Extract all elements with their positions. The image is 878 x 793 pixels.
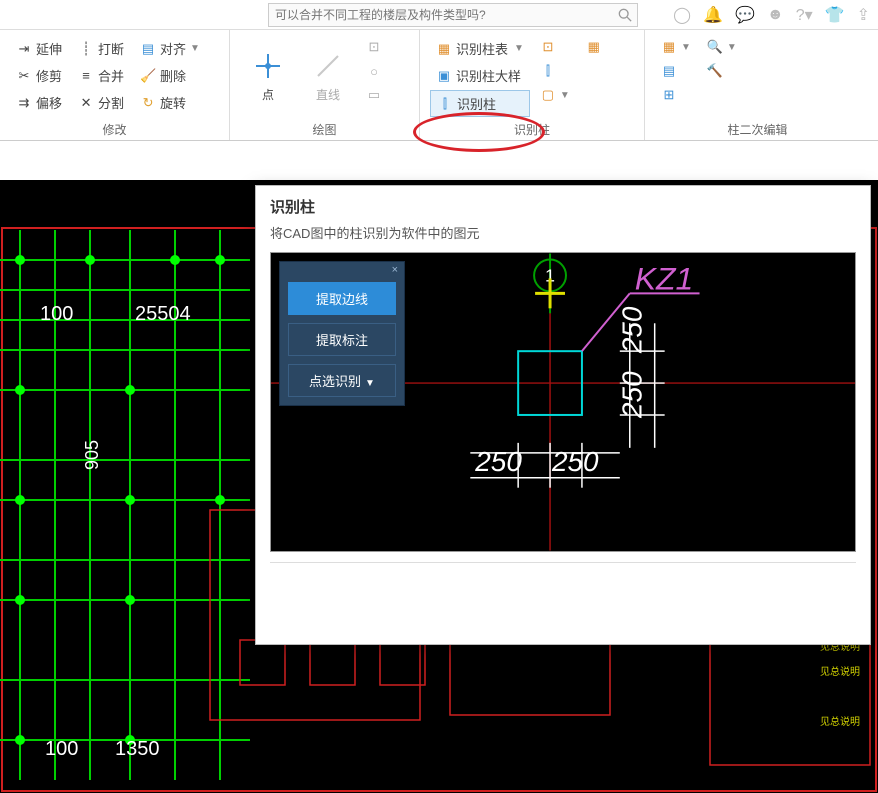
rotate-icon: ↻ [140,95,156,111]
dim-905: 905 [82,440,102,470]
point-recognize-button[interactable]: 点选识别 ▼ [288,364,396,397]
point-recognize-label: 点选识别 [309,374,361,389]
ce-b1[interactable]: ▦▼ [655,36,697,58]
help-icon[interactable]: ?▾ [796,5,813,25]
recognize-table-button[interactable]: ▦识别柱表▼ [430,36,530,61]
trim-button[interactable]: ✂修剪 [10,63,68,88]
user-icon[interactable]: ◯ [673,5,691,25]
smiley-icon[interactable]: ☻ [767,6,784,24]
extend-icon: ⇥ [16,41,32,57]
modify-group-label[interactable]: 修改 [10,117,219,138]
titlebar-icons: ◯ 🔔 💬 ☻ ?▾ 👕 ⇪ [673,5,870,25]
delete-label: 删除 [160,66,186,85]
chevron-down-icon: ▼ [365,378,375,389]
ribbon: ⇥延伸 ✂修剪 ⇉偏移 ┊打断 ≡合并 ✕分割 ▤对齐▼ 🧹删除 ↻旋转 修改 … [0,30,878,141]
split-icon: ✕ [78,95,94,111]
trim-icon: ✂ [16,68,32,84]
line-button[interactable]: 直线 [300,36,356,117]
rc-opt3[interactable]: ▢▼ [534,84,576,106]
bell-icon[interactable]: 🔔 [703,5,723,25]
dim-1350: 1350 [115,738,160,760]
delete-icon: 🧹 [140,68,156,84]
rc-opt1[interactable]: ⊡ [534,36,576,58]
rotate-button[interactable]: ↻旋转 [134,90,206,115]
rc-opt4[interactable]: ▦ [580,36,608,58]
ce-b2[interactable]: ▤ [655,60,697,82]
line-label: 直线 [316,86,340,103]
popup-divider [270,562,856,563]
merge-icon: ≡ [78,68,94,84]
recognize-detail-label: 识别柱大样 [456,66,521,85]
svg-text:见总说明: 见总说明 [820,665,860,678]
extract-edge-button[interactable]: 提取边线 [288,282,396,315]
recognize-column-tooltip: 识别柱 将CAD图中的柱识别为软件中的图元 × 提取边线 提取标注 点选识别▼ … [255,185,871,645]
extend-button[interactable]: ⇥延伸 [10,36,68,61]
dim-bottom-left: 250 [474,446,522,477]
delete-button[interactable]: 🧹删除 [134,63,206,88]
break-label: 打断 [98,39,124,58]
search-box[interactable] [268,3,638,27]
break-icon: ┊ [78,41,94,57]
ce-b3[interactable]: ⊞ [655,84,697,106]
split-button[interactable]: ✕分割 [72,90,130,115]
dim-bottom-right: 250 [551,446,599,477]
dim-2554: 25504 [135,303,191,325]
dim-100b: 100 [45,738,78,760]
detail-icon: ▣ [436,68,452,84]
rotate-label: 旋转 [160,93,186,112]
rc-opt2[interactable]: ⫿ [534,60,576,82]
panel-close-icon[interactable]: × [280,262,404,278]
column-label: KZ1 [635,260,693,296]
draw-opt1: ⊡ [360,36,388,58]
ce-b4[interactable]: 🔍▼ [701,36,743,58]
line-icon [312,50,344,82]
extract-panel: × 提取边线 提取标注 点选识别 ▼ [279,261,405,406]
ribbon-group-column-edit: ▦▼ ▤ ⊞ 🔍▼ 🔨 柱二次编辑 [645,30,870,140]
column-edit-group-label: 柱二次编辑 [655,117,860,138]
point-button[interactable]: 点 [240,36,296,117]
ribbon-group-modify: ⇥延伸 ✂修剪 ⇉偏移 ┊打断 ≡合并 ✕分割 ▤对齐▼ 🧹删除 ↻旋转 修改 [0,30,230,140]
chat-icon[interactable]: 💬 [735,5,755,25]
align-label: 对齐 [160,39,186,58]
point-icon [252,50,284,82]
dim-100a: 100 [40,303,73,325]
popup-description: 将CAD图中的柱识别为软件中的图元 [256,223,870,252]
split-label: 分割 [98,93,124,112]
recognize-column-button[interactable]: ⫿识别柱 [430,90,530,117]
align-button[interactable]: ▤对齐▼ [134,36,206,61]
dim-right-top: 250 [617,306,648,354]
recognize-column-group-label: 识别柱 [430,117,634,138]
offset-button[interactable]: ⇉偏移 [10,90,68,115]
search-input[interactable] [269,8,613,22]
popup-title: 识别柱 [270,196,856,217]
extend-label: 延伸 [36,39,62,58]
merge-label: 合并 [98,66,124,85]
break-button[interactable]: ┊打断 [72,36,130,61]
draw-group-label[interactable]: 绘图 [240,117,409,138]
dim-right-bottom: 250 [617,371,648,419]
merge-button[interactable]: ≡合并 [72,63,130,88]
table-icon: ▦ [436,41,452,57]
shirt-icon[interactable]: 👕 [825,5,845,25]
draw-opt3: ▭ [360,84,388,106]
recognize-detail-button[interactable]: ▣识别柱大样 [430,63,530,88]
recognize-table-label: 识别柱表 [456,39,508,58]
popup-preview: × 提取边线 提取标注 点选识别▼ 1 KZ1 [270,252,856,552]
column-icon: ⫿ [437,96,453,112]
title-bar: ◯ 🔔 💬 ☻ ?▾ 👕 ⇪ [0,0,878,30]
offset-label: 偏移 [36,93,62,112]
point-label: 点 [262,86,274,103]
ce-b5[interactable]: 🔨 [701,60,743,82]
offset-icon: ⇉ [16,95,32,111]
draw-opt2: ○ [360,60,388,82]
trim-label: 修剪 [36,66,62,85]
extract-annotation-button[interactable]: 提取标注 [288,323,396,356]
align-icon: ▤ [140,41,156,57]
export-icon[interactable]: ⇪ [857,5,870,25]
ribbon-group-draw: 点 直线 ⊡ ○ ▭ 绘图 [230,30,420,140]
svg-text:见总说明: 见总说明 [820,715,860,728]
ribbon-group-recognize-column: ▦识别柱表▼ ▣识别柱大样 ⫿识别柱 ⊡ ⫿ ▢▼ ▦ 识别柱 [420,30,645,140]
recognize-column-label: 识别柱 [457,94,496,113]
search-icon[interactable] [613,8,637,22]
